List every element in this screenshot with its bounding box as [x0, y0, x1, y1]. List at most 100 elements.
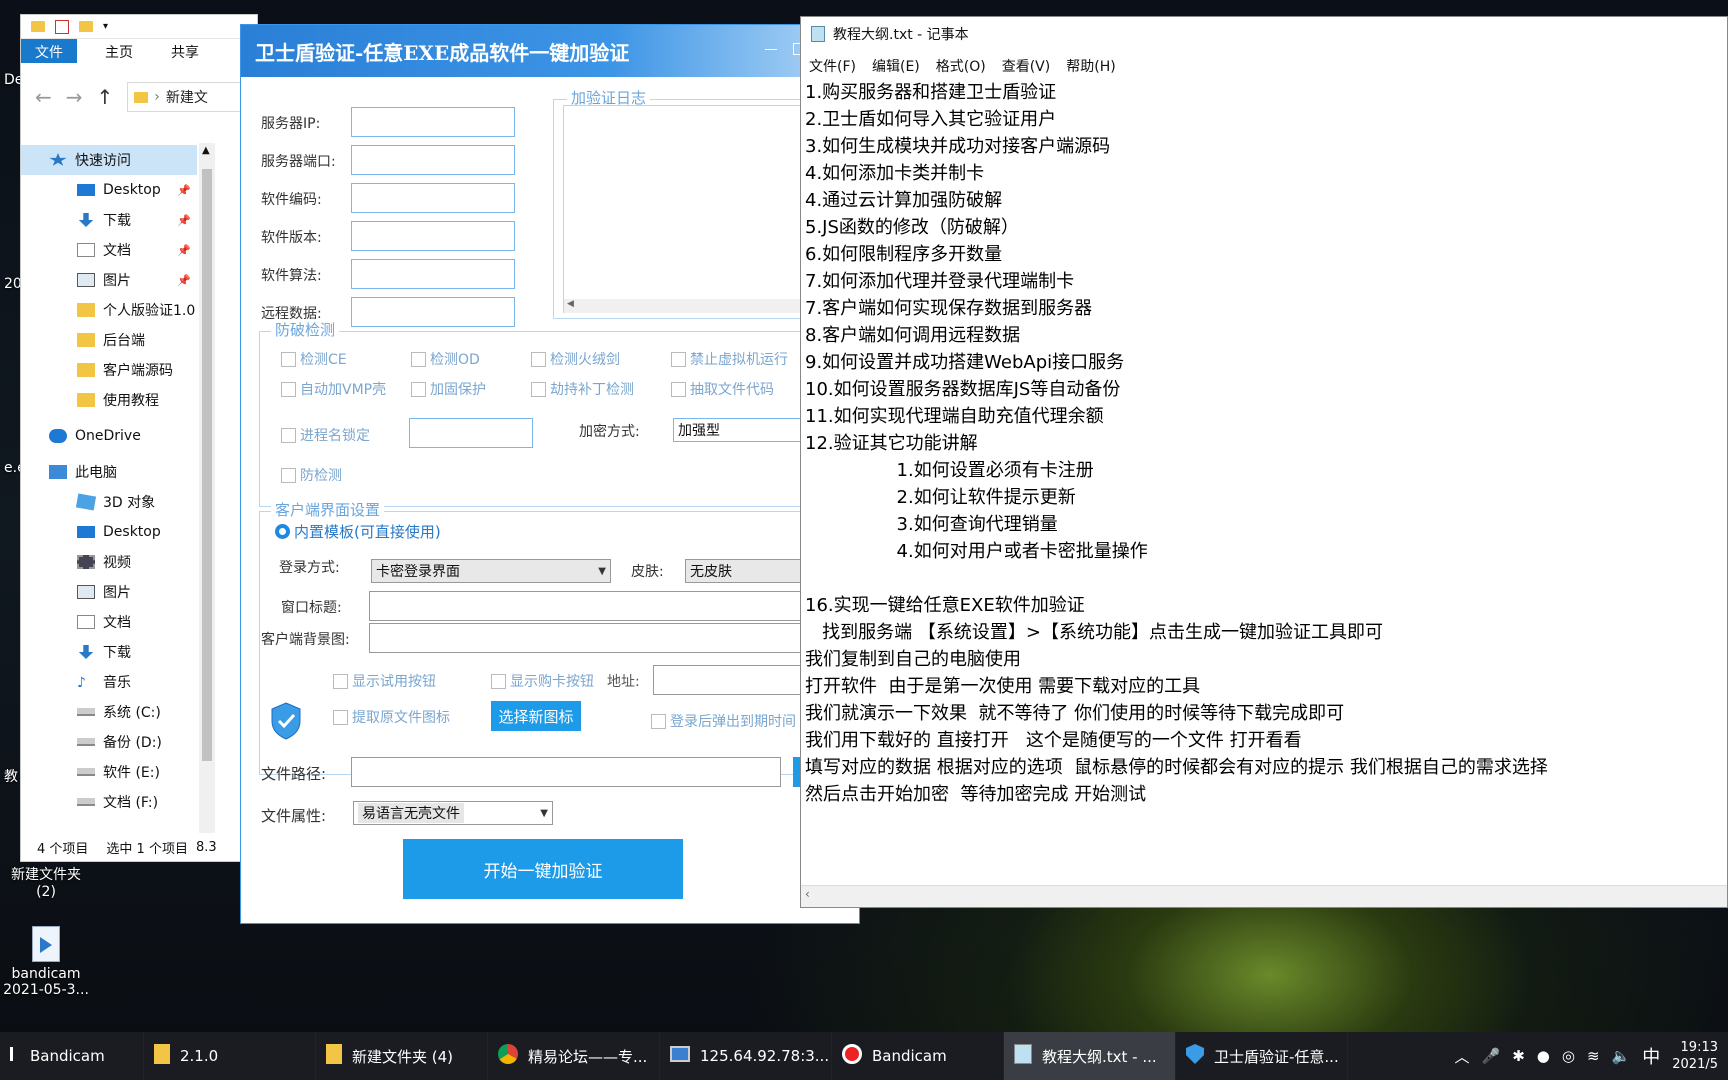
- ribbon-tab-file[interactable]: 文件: [21, 39, 77, 63]
- back-arrow-icon[interactable]: ←: [35, 85, 52, 109]
- process-name-input[interactable]: [409, 418, 533, 448]
- anti-checkbox[interactable]: 检测OD: [411, 349, 480, 369]
- nav-item[interactable]: 使用教程: [21, 385, 197, 415]
- field-input[interactable]: [351, 145, 515, 175]
- clock[interactable]: 19:13 2021/5: [1672, 1039, 1718, 1073]
- field-input[interactable]: [351, 259, 515, 289]
- menu-item[interactable]: 编辑(E): [872, 56, 920, 76]
- address-bar[interactable]: › 新建文: [127, 82, 257, 112]
- menu-item[interactable]: 格式(O): [936, 56, 986, 76]
- anti-checkbox[interactable]: 劫持补丁检测: [531, 379, 634, 399]
- taskbar-item[interactable]: 卫士盾验证-任意...: [1176, 1032, 1348, 1080]
- anti-checkbox[interactable]: 进程名锁定: [281, 425, 370, 445]
- text-line: 11.如何实现代理端自助充值代理余额: [805, 406, 1104, 427]
- nav-item[interactable]: 图片 📌: [21, 265, 197, 295]
- scroll-up-icon[interactable]: ▲: [202, 145, 210, 156]
- show-buy-checkbox[interactable]: 显示购卡按钮: [491, 671, 594, 691]
- nav-item[interactable]: Desktop 📌: [21, 175, 197, 205]
- dropdown-icon[interactable]: ▾: [103, 21, 108, 32]
- forward-arrow-icon[interactable]: →: [66, 85, 83, 109]
- menu-item[interactable]: 文件(F): [809, 56, 856, 76]
- show-trial-checkbox[interactable]: 显示试用按钮: [333, 671, 436, 691]
- taskbar-item[interactable]: 125.64.92.78:3...: [660, 1032, 832, 1080]
- radio-builtin-template[interactable]: 内置模板(可直接使用): [275, 521, 441, 542]
- nav-item[interactable]: 视频: [21, 547, 197, 577]
- anti-checkbox[interactable]: 抽取文件代码: [671, 379, 774, 399]
- start-button[interactable]: 开始一键加验证: [403, 839, 683, 899]
- taskbar-item[interactable]: Bandicam: [832, 1032, 1004, 1080]
- anti-checkbox[interactable]: 加固保护: [411, 379, 486, 399]
- minimize-icon[interactable]: [765, 49, 777, 50]
- nav-item-label: 后台端: [103, 333, 145, 349]
- chevron-up-icon[interactable]: ︿: [1455, 1046, 1470, 1067]
- select-icon-button[interactable]: 选择新图标: [491, 701, 581, 731]
- ime-indicator[interactable]: 中: [1642, 1043, 1660, 1069]
- anti-checkbox[interactable]: 禁止虚拟机运行: [671, 349, 788, 369]
- wifi-icon[interactable]: ≋: [1587, 1047, 1600, 1065]
- field-input[interactable]: [351, 107, 515, 137]
- taskbar-item[interactable]: 精易论坛——专...: [488, 1032, 660, 1080]
- window-title-input[interactable]: [369, 591, 855, 621]
- anti-checkbox[interactable]: 自动加VMP壳: [281, 379, 386, 399]
- nav-item[interactable]: 文档: [21, 607, 197, 637]
- spider-icon[interactable]: ✱: [1512, 1047, 1525, 1065]
- pin-icon[interactable]: 📌: [177, 214, 191, 227]
- scroll-thumb[interactable]: [202, 169, 212, 761]
- scroll-left-icon[interactable]: ‹: [801, 887, 810, 901]
- notepad-textarea[interactable]: 1.购买服务器和搭建卫士盾验证 2.卫士盾如何导入其它验证用户 3.如何生成模块并成…: [805, 79, 1727, 871]
- nav-scrollbar[interactable]: ▲ ▼: [199, 143, 215, 849]
- nav-item[interactable]: 文档 (F:): [21, 787, 197, 817]
- nav-item[interactable]: 软件 (E:): [21, 757, 197, 787]
- nav-item[interactable]: OneDrive: [21, 421, 197, 451]
- field-input[interactable]: [351, 183, 515, 213]
- desktop-bandicam-icon[interactable]: bandicam 2021-05-3...: [0, 926, 92, 998]
- attr-select[interactable]: 易语言无壳文件 ▼: [353, 801, 553, 825]
- notepad-hscroll[interactable]: ‹: [801, 885, 1727, 907]
- popup-expire-checkbox[interactable]: 登录后弹出到期时间: [651, 711, 796, 731]
- checkbox-box: [651, 713, 666, 729]
- ribbon-tab-share[interactable]: 共享: [147, 39, 213, 63]
- bg-image-input[interactable]: [369, 623, 855, 653]
- nav-item[interactable]: 系统 (C:): [21, 697, 197, 727]
- pin-icon[interactable]: 📌: [177, 244, 191, 257]
- field-input[interactable]: [351, 221, 515, 251]
- nav-item-label: 此电脑: [75, 465, 117, 481]
- nav-item[interactable]: 文档 📌: [21, 235, 197, 265]
- path-input[interactable]: [351, 757, 781, 787]
- nav-item[interactable]: 3D 对象: [21, 487, 197, 517]
- nav-item[interactable]: 图片: [21, 577, 197, 607]
- nav-item[interactable]: 个人版验证1.0: [21, 295, 197, 325]
- nav-item[interactable]: 客户端源码: [21, 355, 197, 385]
- anti-checkbox[interactable]: 防检测: [281, 465, 342, 485]
- nav-item[interactable]: 下载: [21, 637, 197, 667]
- nav-item[interactable]: 快速访问: [21, 145, 197, 175]
- text-line: 我们就演示一下效果 就不等待了 你们使用的时候等待下载完成即可: [805, 703, 1345, 724]
- anti-checkbox[interactable]: 检测火绒剑: [531, 349, 620, 369]
- nav-item[interactable]: 备份 (D:): [21, 727, 197, 757]
- checkbox-icon[interactable]: [55, 19, 69, 34]
- ime-status-icon[interactable]: ◎: [1562, 1047, 1575, 1065]
- nav-item[interactable]: 此电脑: [21, 457, 197, 487]
- nav-item[interactable]: ♪ 音乐: [21, 667, 197, 697]
- microphone-icon[interactable]: 🎤: [1482, 1047, 1501, 1065]
- ribbon-tab-home[interactable]: 主页: [77, 39, 147, 63]
- taskbar-item[interactable]: 教程大纲.txt - ...: [1004, 1032, 1176, 1080]
- volume-icon[interactable]: 🔈: [1612, 1047, 1631, 1065]
- menu-item[interactable]: 帮助(H): [1066, 56, 1115, 76]
- desktop-folder-icon[interactable]: 新建文件夹 (2): [2, 864, 90, 900]
- nav-item[interactable]: Desktop: [21, 517, 197, 547]
- menu-item[interactable]: 查看(V): [1002, 56, 1051, 76]
- pin-icon[interactable]: 📌: [177, 274, 191, 287]
- pin-icon[interactable]: 📌: [177, 184, 191, 197]
- penguin-icon[interactable]: ●: [1537, 1047, 1550, 1065]
- taskbar-item[interactable]: 2.1.0: [144, 1032, 316, 1080]
- anti-checkbox[interactable]: 检测CE: [281, 349, 347, 369]
- field-input[interactable]: [351, 297, 515, 327]
- up-arrow-icon[interactable]: ↑: [97, 85, 114, 109]
- nav-item[interactable]: 下载 📌: [21, 205, 197, 235]
- login-select[interactable]: 卡密登录界面 ▼: [371, 559, 611, 583]
- extract-icon-checkbox[interactable]: 提取原文件图标: [333, 707, 450, 727]
- taskbar-item[interactable]: Bandicam: [0, 1032, 144, 1080]
- taskbar-item[interactable]: 新建文件夹 (4): [316, 1032, 488, 1080]
- nav-item[interactable]: 后台端: [21, 325, 197, 355]
